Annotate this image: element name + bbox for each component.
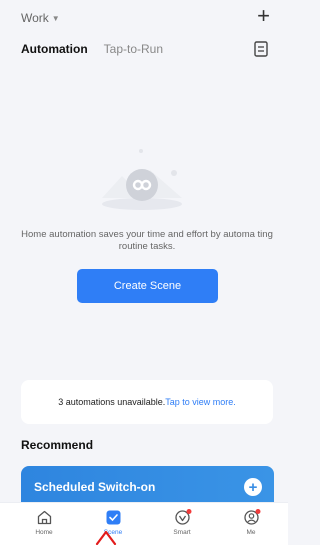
tab-tap-to-run[interactable]: Tap-to-Run (104, 42, 163, 56)
nav-item-me[interactable]: Me (226, 509, 276, 536)
add-circle-icon[interactable]: + (244, 478, 262, 496)
create-scene-button[interactable]: Create Scene (77, 269, 218, 303)
nav-label-home: Home (35, 529, 53, 536)
view-more-link[interactable]: Tap to view more. (165, 397, 236, 407)
empty-automation-illustration (102, 149, 182, 210)
tab-automation[interactable]: Automation (21, 42, 88, 56)
nav-item-smart[interactable]: Smart (157, 509, 207, 536)
recommend-heading: Recommend (21, 438, 94, 452)
log-list-icon[interactable] (254, 41, 268, 57)
home-icon (37, 510, 51, 525)
nav-label-smart: Smart (173, 529, 191, 536)
scene-tabs: Automation Tap-to-Run (21, 42, 163, 56)
me-icon (243, 509, 260, 525)
unavailable-text: 3 automations unavailable. (58, 397, 166, 407)
recommend-card-title: Scheduled Switch-on (34, 480, 156, 494)
plus-icon[interactable]: + (257, 5, 270, 27)
caret-down-icon: ▼ (51, 13, 60, 23)
nav-label-me: Me (246, 529, 256, 536)
empty-state-message: Home automation saves your time and effo… (21, 229, 273, 252)
top-bar: Work ▼ + (0, 0, 288, 34)
cursor-pointer-icon (95, 530, 117, 545)
nav-item-home[interactable]: Home (19, 509, 69, 536)
home-selector[interactable]: Work ▼ (21, 11, 60, 25)
scene-icon (106, 510, 120, 525)
bottom-nav: Home Scene Smart Me (0, 502, 288, 545)
smart-icon (174, 509, 191, 525)
home-name: Work (21, 11, 49, 25)
unavailable-notice[interactable]: 3 automations unavailable. Tap to view m… (21, 380, 273, 424)
